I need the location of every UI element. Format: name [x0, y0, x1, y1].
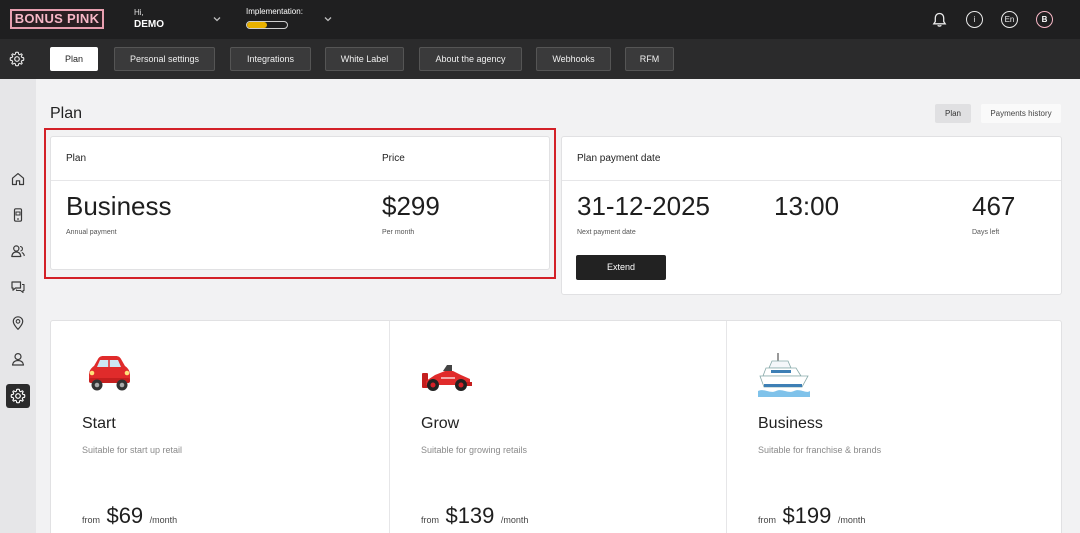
price-header: Price — [382, 153, 405, 164]
progress-fill — [247, 22, 267, 28]
plan-price: from $199 /month — [758, 503, 865, 529]
progress-bar — [246, 21, 288, 29]
top-bar: BONUS PINK Hi, DEMO Implementation: i En… — [0, 0, 1080, 39]
settings-tab-bar: Plan Personal settings Integrations Whit… — [0, 39, 1080, 79]
tab-white-label[interactable]: White Label — [325, 47, 404, 71]
plan-name: Start — [82, 415, 116, 432]
price-period: /month — [837, 515, 866, 525]
extend-button[interactable]: Extend — [576, 255, 666, 280]
plan-price: from $139 /month — [421, 503, 528, 529]
plan-card-business[interactable]: Business Suitable for franchise & brands… — [726, 321, 1063, 533]
plan-name: Business — [758, 415, 823, 432]
next-payment-date: 31-12-2025 — [577, 191, 710, 221]
payment-time: 13:00 — [774, 191, 840, 221]
plan-price: from $69 /month — [82, 503, 177, 529]
settings-icon[interactable] — [6, 384, 30, 408]
implementation-label: Implementation: — [246, 7, 303, 16]
price-amount: $139 — [445, 503, 495, 528]
segment-plan[interactable]: Plan — [935, 104, 971, 123]
user-name: DEMO — [134, 19, 164, 30]
car-icon — [82, 351, 134, 397]
price-from: from — [421, 515, 439, 525]
price-period: /month — [500, 515, 529, 525]
logo[interactable]: BONUS PINK — [10, 9, 104, 29]
tab-plan[interactable]: Plan — [50, 47, 98, 71]
tab-integrations[interactable]: Integrations — [230, 47, 311, 71]
plan-description: Suitable for growing retails — [421, 445, 528, 455]
user-greeting[interactable]: Hi, DEMO — [134, 8, 164, 31]
plan-description: Suitable for franchise & brands — [758, 445, 882, 455]
plan-price: $299 — [382, 191, 440, 221]
chevron-down-icon[interactable] — [323, 14, 333, 24]
plan-name: Business — [66, 191, 172, 221]
price-from: from — [82, 515, 100, 525]
bell-icon[interactable] — [931, 11, 948, 28]
segment-payments-history[interactable]: Payments history — [981, 104, 1061, 123]
current-plan-card: Plan Price Business Annual payment $299 … — [50, 136, 550, 270]
page-title: Plan — [50, 105, 83, 122]
price-from: from — [758, 515, 776, 525]
gear-icon[interactable] — [9, 51, 25, 67]
plan-header: Plan — [66, 153, 87, 164]
price-amount: $69 — [106, 503, 144, 528]
language-icon[interactable]: En — [1001, 11, 1018, 28]
race-car-icon — [421, 351, 473, 397]
chat-icon[interactable] — [6, 275, 30, 299]
payment-header: Plan payment date — [577, 153, 661, 164]
card-header: Plan payment date — [562, 137, 1061, 181]
mobile-card-icon[interactable] — [6, 203, 30, 227]
next-payment-date-label: Next payment date — [577, 229, 636, 236]
card-header: Plan Price — [51, 137, 549, 181]
price-sub: Per month — [382, 229, 415, 236]
sidebar — [0, 79, 36, 533]
location-icon[interactable] — [6, 311, 30, 335]
days-left: 467 — [972, 191, 1016, 221]
plan-card-grow[interactable]: Grow Suitable for growing retails from $… — [389, 321, 726, 533]
chevron-down-icon[interactable] — [212, 14, 222, 24]
tab-about-the-agency[interactable]: About the agency — [419, 47, 522, 71]
home-icon[interactable] — [6, 167, 30, 191]
avatar[interactable]: B — [1036, 11, 1053, 28]
yacht-icon — [758, 351, 810, 397]
price-amount: $199 — [782, 503, 832, 528]
greeting-text: Hi, — [134, 8, 144, 17]
price-period: /month — [149, 515, 178, 525]
implementation-progress: Implementation: — [246, 7, 303, 29]
plan-sub: Annual payment — [66, 229, 117, 236]
plan-name: Grow — [421, 415, 460, 432]
tab-personal-settings[interactable]: Personal settings — [114, 47, 215, 71]
profile-icon[interactable] — [6, 347, 30, 371]
plans-panel: Start Suitable for start up retail from … — [50, 320, 1062, 533]
info-icon[interactable]: i — [966, 11, 983, 28]
users-icon[interactable] — [6, 239, 30, 263]
plan-description: Suitable for start up retail — [82, 445, 183, 455]
plan-card-start[interactable]: Start Suitable for start up retail from … — [51, 321, 389, 533]
tab-webhooks[interactable]: Webhooks — [536, 47, 611, 71]
tab-rfm[interactable]: RFM — [625, 47, 674, 71]
days-left-label: Days left — [972, 229, 1000, 236]
